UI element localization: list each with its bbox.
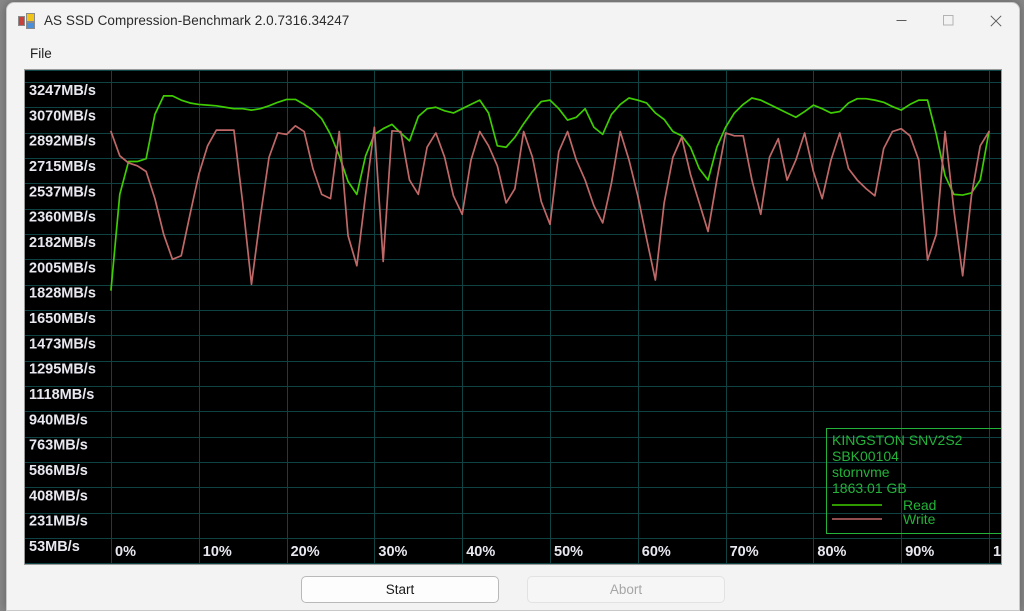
y-tick-label: 1118MB/s: [29, 387, 94, 403]
y-tick-label: 1473MB/s: [29, 336, 96, 352]
menu-item-file[interactable]: File: [24, 43, 58, 64]
y-tick-label: 763MB/s: [29, 438, 88, 454]
y-tick-label: 940MB/s: [29, 412, 88, 428]
y-tick-label: 53MB/s: [29, 539, 80, 555]
y-tick-label: 1295MB/s: [29, 362, 96, 378]
y-tick-label: 586MB/s: [29, 463, 88, 479]
legend-device-name: KINGSTON SNV2S2: [832, 432, 963, 448]
x-tick-label: 30%: [378, 544, 407, 560]
close-icon: [989, 14, 1002, 27]
x-tick-label: 80%: [817, 544, 846, 560]
maximize-button[interactable]: [925, 3, 972, 38]
start-button[interactable]: Start: [301, 576, 499, 603]
close-button[interactable]: [972, 3, 1019, 38]
abort-button: Abort: [527, 576, 725, 603]
legend-label-write: Write: [903, 511, 936, 527]
y-tick-label: 408MB/s: [29, 488, 88, 504]
x-tick-label: 0%: [115, 544, 136, 560]
maximize-icon: [943, 15, 954, 26]
x-tick-label: 20%: [291, 544, 320, 560]
x-tick-label: 50%: [554, 544, 583, 560]
x-tick-label: 70%: [730, 544, 759, 560]
x-tick-label: 100%: [993, 544, 1001, 560]
y-tick-label: 2182MB/s: [29, 235, 96, 251]
y-tick-label: 3070MB/s: [29, 108, 96, 124]
title-bar: AS SSD Compression-Benchmark 2.0.7316.34…: [7, 3, 1019, 38]
legend-firmware: SBK00104: [832, 448, 899, 464]
y-tick-label: 3247MB/s: [29, 83, 96, 99]
window-controls: [878, 3, 1019, 38]
y-tick-label: 2005MB/s: [29, 260, 96, 276]
minimize-icon: [896, 20, 907, 21]
x-tick-label: 10%: [203, 544, 232, 560]
app-tiles-icon: [18, 12, 35, 29]
y-tick-label: 231MB/s: [29, 514, 88, 530]
legend-driver: stornvme: [832, 464, 890, 480]
legend-capacity: 1863.01 GB: [832, 480, 907, 496]
desktop-backdrop: AS SSD Compression-Benchmark 2.0.7316.34…: [0, 0, 1024, 611]
y-tick-label: 2715MB/s: [29, 159, 96, 175]
y-tick-label: 2537MB/s: [29, 184, 96, 200]
x-tick-label: 40%: [466, 544, 495, 560]
y-tick-label: 1828MB/s: [29, 286, 96, 302]
button-bar: Start Abort: [7, 565, 1019, 610]
chart-canvas: 3247MB/s 3070MB/s 2892MB/s 2715MB/s 2537MB/s…: [25, 70, 1001, 564]
y-tick-label: 2360MB/s: [29, 210, 96, 226]
x-tick-label: 90%: [905, 544, 934, 560]
benchmark-chart: 3247MB/s 3070MB/s 2892MB/s 2715MB/s 2537MB/s…: [24, 69, 1002, 565]
y-tick-label: 1650MB/s: [29, 311, 96, 327]
x-tick-label: 60%: [642, 544, 671, 560]
minimize-button[interactable]: [878, 3, 925, 38]
window-title: AS SSD Compression-Benchmark 2.0.7316.34…: [44, 13, 350, 28]
y-tick-label: 2892MB/s: [29, 134, 96, 150]
application-window: AS SSD Compression-Benchmark 2.0.7316.34…: [6, 2, 1020, 611]
menu-bar: File: [7, 38, 1019, 69]
